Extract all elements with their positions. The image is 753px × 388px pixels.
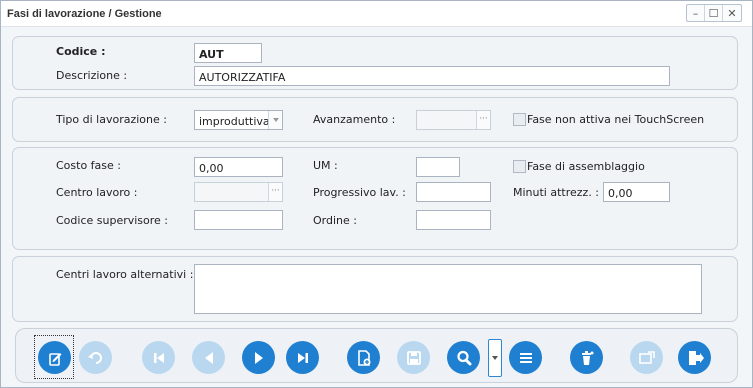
codice-field[interactable]: AUT: [194, 43, 262, 63]
exit-icon: [688, 350, 704, 365]
ordine-label: Ordine :: [313, 214, 357, 227]
new-button[interactable]: [347, 341, 380, 374]
codice-label: Codice :: [56, 45, 106, 58]
save-button[interactable]: [397, 341, 430, 374]
um-label: UM :: [313, 159, 338, 172]
supervisore-field[interactable]: [194, 210, 283, 230]
last-record-icon: [297, 352, 308, 363]
fase-non-attiva-checkbox[interactable]: [513, 113, 526, 126]
alternativi-label: Centri lavoro alternativi :: [56, 268, 194, 281]
toolbar: [15, 328, 738, 383]
edit-button[interactable]: [38, 341, 71, 374]
alternativi-panel: Centri lavoro alternativi :: [12, 256, 738, 322]
next-record-button[interactable]: [242, 341, 275, 374]
search-button[interactable]: [447, 341, 480, 374]
fase-assemblaggio-label: Fase di assemblaggio: [527, 160, 645, 173]
tipo-label: Tipo di lavorazione :: [56, 113, 167, 126]
search-options-dropdown[interactable]: [488, 339, 502, 377]
close-button[interactable]: ✕: [723, 5, 741, 21]
first-record-icon: [153, 352, 164, 363]
last-record-button[interactable]: [286, 341, 319, 374]
export-button[interactable]: [630, 341, 663, 374]
progressivo-field[interactable]: [416, 182, 491, 202]
fase-assemblaggio-checkbox[interactable]: [513, 160, 526, 173]
descrizione-field[interactable]: AUTORIZZATIFA: [194, 66, 670, 86]
first-record-button[interactable]: [142, 341, 175, 374]
new-document-icon: [357, 349, 370, 366]
um-field[interactable]: [416, 157, 460, 177]
window-title: Fasi di lavorazione / Gestione: [7, 8, 162, 20]
avanzamento-label: Avanzamento :: [313, 113, 396, 126]
save-icon: [406, 350, 421, 365]
costo-fase-field[interactable]: 0,00: [194, 157, 283, 177]
delete-icon: [581, 350, 593, 365]
costo-fase-label: Costo fase :: [56, 159, 121, 172]
list-icon: [519, 352, 532, 363]
list-button[interactable]: [509, 341, 542, 374]
costi-panel: Costo fase : 0,00 UM : Fase di assemblag…: [12, 147, 738, 250]
fase-non-attiva-label: Fase non attiva nei TouchScreen: [527, 113, 705, 126]
window-controls: – ☐ ✕: [686, 4, 742, 22]
tipo-select-value: improduttiva: [199, 115, 270, 128]
title-bar: Fasi di lavorazione / Gestione – ☐ ✕: [1, 1, 752, 27]
previous-record-button[interactable]: [192, 341, 225, 374]
delete-button[interactable]: [570, 341, 603, 374]
minuti-field[interactable]: 0,00: [603, 182, 670, 202]
tipo-panel: Tipo di lavorazione : improduttiva Avanz…: [12, 97, 738, 142]
next-record-icon: [254, 351, 263, 364]
ordine-field[interactable]: [416, 210, 491, 230]
export-icon: [638, 350, 655, 364]
tipo-select[interactable]: improduttiva: [194, 110, 283, 130]
minuti-label: Minuti attrezz. :: [513, 186, 600, 199]
alternativi-textarea[interactable]: [194, 264, 702, 314]
minimize-button[interactable]: –: [687, 5, 705, 21]
header-panel: Codice : AUT Descrizione : AUTORIZZATIFA: [12, 36, 738, 90]
ellipsis-icon[interactable]: ···: [476, 111, 490, 129]
exit-button[interactable]: [678, 341, 711, 374]
edit-document-icon: [48, 352, 61, 366]
chevron-down-icon[interactable]: [268, 111, 282, 129]
centro-lavoro-field[interactable]: ···: [194, 182, 283, 202]
avanzamento-field[interactable]: ···: [416, 110, 491, 130]
search-icon: [456, 350, 471, 365]
ellipsis-icon[interactable]: ···: [268, 183, 282, 201]
undo-button[interactable]: [79, 341, 112, 374]
previous-record-icon: [204, 351, 213, 364]
progressivo-label: Progressivo lav. :: [313, 186, 406, 199]
supervisore-label: Codice supervisore :: [56, 214, 169, 227]
descrizione-label: Descrizione :: [56, 69, 128, 82]
undo-icon: [87, 351, 102, 364]
maximize-button[interactable]: ☐: [705, 5, 723, 21]
centro-lavoro-label: Centro lavoro :: [56, 186, 138, 199]
window: Fasi di lavorazione / Gestione – ☐ ✕ Cod…: [0, 0, 753, 388]
